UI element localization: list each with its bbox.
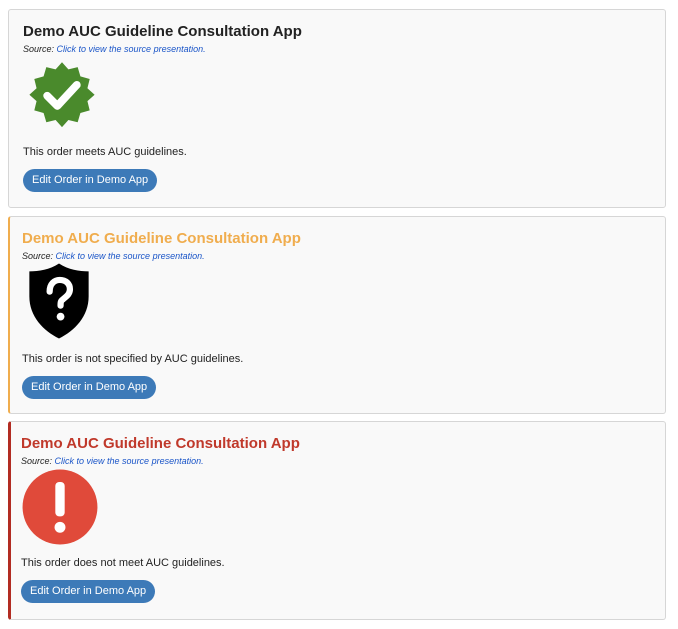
question-shield-icon <box>29 263 89 339</box>
status-message: This order does not meet AUC guidelines. <box>21 557 225 569</box>
edit-order-button[interactable]: Edit Order in Demo App <box>21 580 156 603</box>
card-title: Demo AUC Guideline Consultation App <box>23 23 302 40</box>
edit-order-button[interactable]: Edit Order in Demo App <box>22 376 157 399</box>
source-prefix: Source: <box>23 44 57 54</box>
source-line: Source: Click to view the source present… <box>21 456 204 466</box>
source-line: Source: Click to view the source present… <box>22 251 205 261</box>
status-message: This order meets AUC guidelines. <box>23 146 187 158</box>
checkmark-badge-icon <box>29 62 95 128</box>
page: Demo AUC Guideline Consultation App Sour… <box>0 0 678 629</box>
exclamation-circle-icon <box>22 469 98 545</box>
card-title: Demo AUC Guideline Consultation App <box>21 435 300 452</box>
auc-card-does-not-meet: Demo AUC Guideline Consultation App Sour… <box>8 421 666 620</box>
source-link[interactable]: Click to view the source presentation. <box>56 251 205 261</box>
status-message: This order is not specified by AUC guide… <box>22 353 244 365</box>
source-prefix: Source: <box>21 456 55 466</box>
auc-card-not-specified: Demo AUC Guideline Consultation App Sour… <box>8 216 666 414</box>
card-title: Demo AUC Guideline Consultation App <box>22 230 301 247</box>
auc-card-meets: Demo AUC Guideline Consultation App Sour… <box>8 9 666 208</box>
source-prefix: Source: <box>22 251 56 261</box>
source-line: Source: Click to view the source present… <box>23 44 206 54</box>
source-link[interactable]: Click to view the source presentation. <box>57 44 206 54</box>
source-link[interactable]: Click to view the source presentation. <box>55 456 204 466</box>
edit-order-button[interactable]: Edit Order in Demo App <box>23 169 158 192</box>
